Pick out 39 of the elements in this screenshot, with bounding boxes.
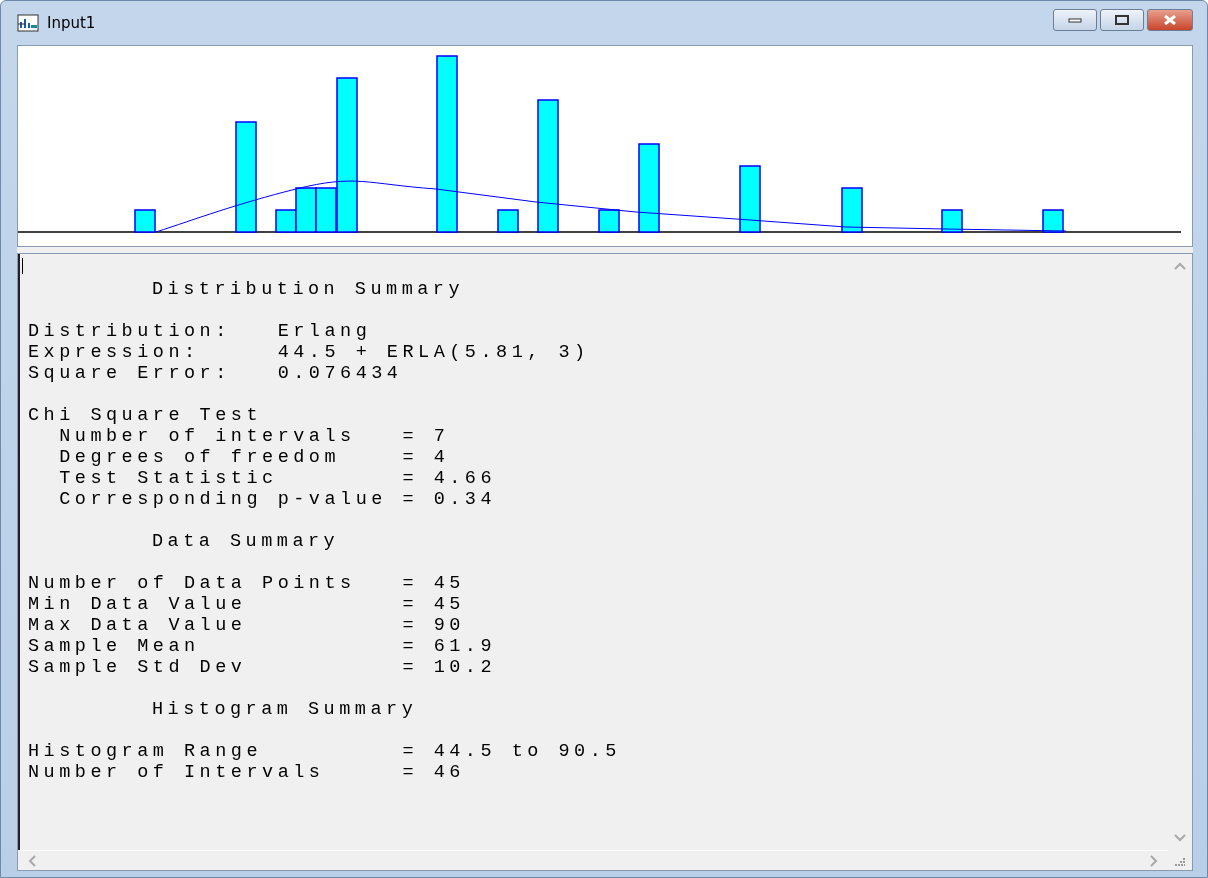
report-line: Sample Mean = 61.9 <box>28 636 498 657</box>
minimize-button[interactable] <box>1053 9 1097 31</box>
histogram-bar <box>134 209 156 233</box>
maximize-button[interactable] <box>1100 9 1144 31</box>
report-line: Square Error: 0.076434 <box>28 363 404 384</box>
maximize-icon <box>1115 15 1129 25</box>
report-line: Chi Square Test <box>28 405 264 426</box>
report-line: Number of intervals = 7 <box>58 426 451 447</box>
histogram-bar <box>598 209 620 233</box>
report-line: Min Data Value = 45 <box>28 594 466 615</box>
scroll-left-icon[interactable] <box>28 854 36 867</box>
histogram-bar <box>941 209 963 233</box>
report-line: Test Statistic = 4.66 <box>58 468 498 489</box>
resize-grip-icon[interactable] <box>1174 857 1186 867</box>
histogram-bar <box>1042 209 1064 233</box>
report-line: Max Data Value = 90 <box>28 615 466 636</box>
section-heading: Histogram Summary <box>151 699 419 720</box>
close-button[interactable] <box>1147 9 1193 31</box>
section-heading: Distribution Summary <box>151 279 466 300</box>
report-line: Corresponding p-value = 0.34 <box>58 489 498 510</box>
minimize-icon <box>1068 17 1082 23</box>
report-line: Number of Intervals = 46 <box>28 762 466 783</box>
report-line: Sample Std Dev = 10.2 <box>28 657 498 678</box>
report-line: Number of Data Points = 45 <box>28 573 466 594</box>
scroll-right-icon[interactable] <box>1150 854 1158 867</box>
close-icon <box>1163 15 1177 25</box>
histogram-bar <box>497 209 519 233</box>
report-line: Expression: 44.5 + ERLA(5.81, 3) <box>28 342 591 363</box>
scroll-down-icon[interactable] <box>1174 834 1186 842</box>
report-line: Histogram Range = 44.5 to 90.5 <box>28 741 622 762</box>
histogram-bar <box>841 187 863 233</box>
text-cursor <box>22 258 23 274</box>
report-line: Distribution: Erlang <box>28 321 373 342</box>
histogram-bar <box>739 165 761 233</box>
report-line: Degrees of freedom = 4 <box>58 447 451 468</box>
chart-icon <box>17 14 39 32</box>
scroll-up-icon[interactable] <box>1174 262 1186 270</box>
section-heading: Data Summary <box>151 531 341 552</box>
window-title: Input1 <box>47 14 97 32</box>
